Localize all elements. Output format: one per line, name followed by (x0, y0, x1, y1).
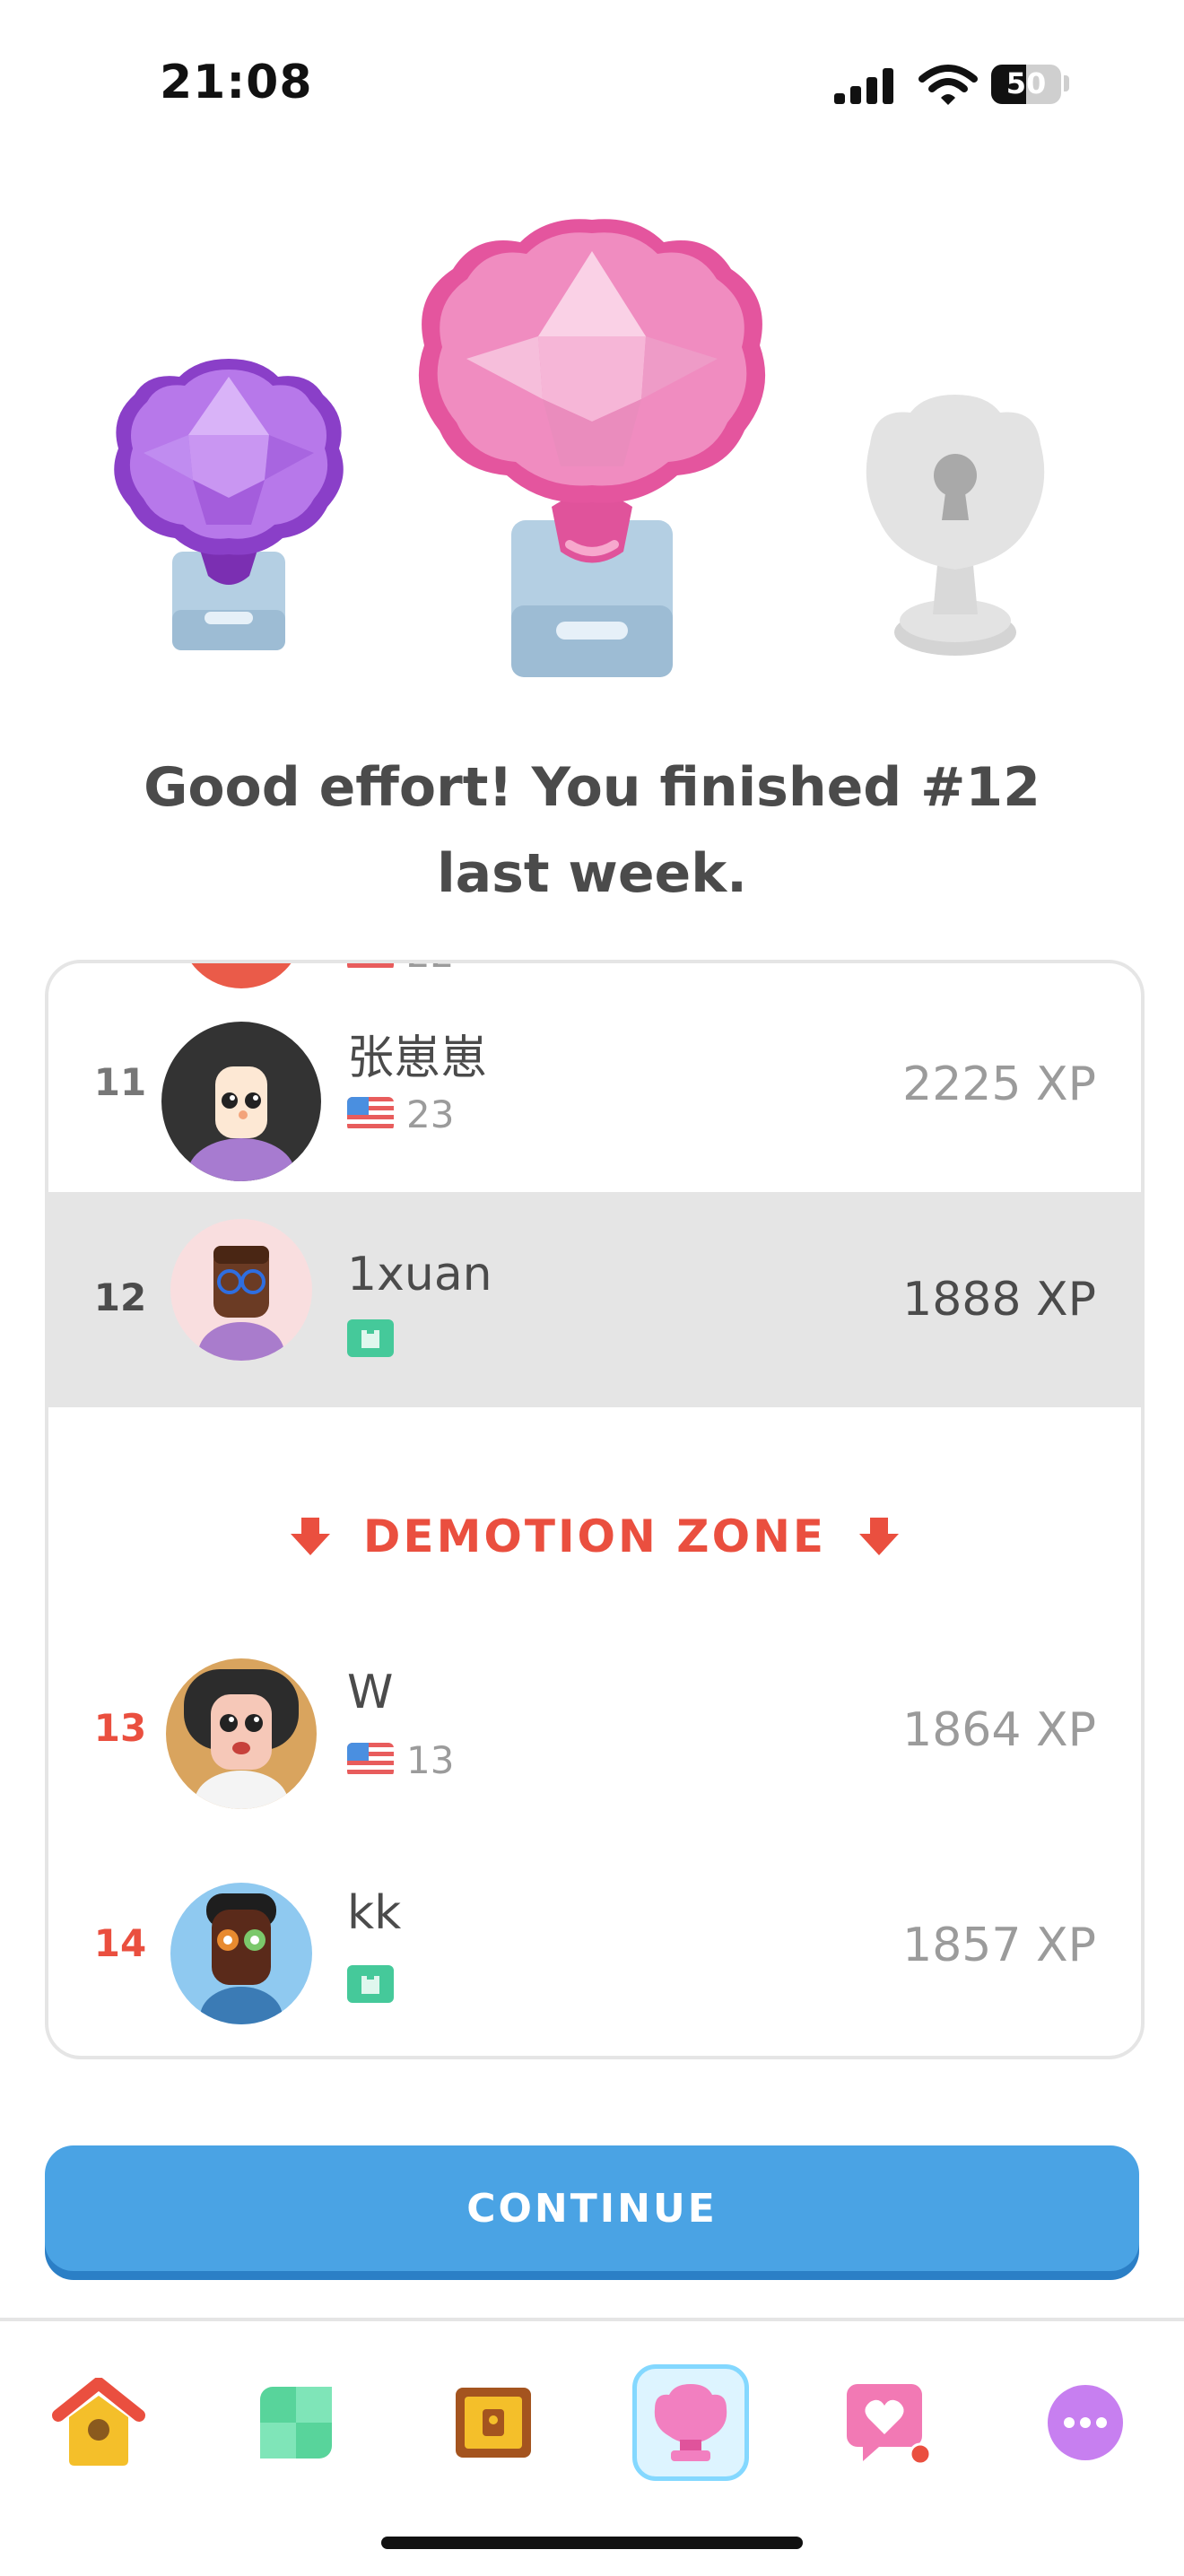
practice-icon (260, 2387, 332, 2459)
home-icon (52, 2378, 145, 2466)
tab-friends[interactable] (830, 2364, 946, 2481)
demotion-zone-label: DEMOTION ZONE (48, 1510, 1141, 1562)
row-xp: 2225 XP (902, 1057, 1096, 1111)
tower-icon (347, 1965, 394, 2003)
row-meta: 23 (347, 1092, 455, 1136)
home-indicator (381, 2537, 803, 2549)
avatar (161, 1022, 321, 1181)
leaderboard-row[interactable]: 13 W 13 1864 XP (48, 1623, 1141, 1838)
row-username: 1xuan (347, 1248, 492, 1301)
friends-heart-icon (847, 2384, 931, 2463)
leaderboard-icon (654, 2384, 727, 2461)
tab-practice[interactable] (238, 2364, 354, 2481)
locked-trophy-icon (866, 395, 1045, 656)
signal-icon (834, 68, 893, 104)
row-username: W (347, 1666, 394, 1719)
tab-leaderboard[interactable] (632, 2364, 749, 2481)
battery-icon: 50 (991, 65, 1061, 104)
wifi-icon (918, 65, 978, 105)
row-xp: 1857 XP (902, 1919, 1096, 1972)
row-rank: 14 (93, 1921, 147, 1965)
row-meta-number: 23 (406, 1092, 455, 1136)
leaderboard-row[interactable]: 14 kk 1857 XP (48, 1838, 1141, 2053)
avatar (166, 1658, 317, 1809)
us-flag-icon (347, 1097, 394, 1131)
result-headline: Good effort! You finished #12 last week. (144, 756, 1040, 905)
leaderboard-card[interactable]: 22 11 张崽崽 23 2225 XP 12 (45, 960, 1145, 2059)
chest-icon (456, 2388, 531, 2458)
status-icons: 50 (834, 61, 1076, 111)
battery-percent: 50 (1006, 66, 1047, 100)
row-meta: 13 (347, 1737, 455, 1782)
row-username: kk (347, 1886, 402, 1940)
battery-tip (1064, 75, 1069, 91)
tab-chest[interactable] (435, 2364, 552, 2481)
row-meta-number: 13 (406, 1737, 455, 1782)
row-rank: 11 (93, 1060, 147, 1104)
row-meta: 22 (347, 963, 454, 976)
row-rank: 12 (93, 1275, 147, 1319)
more-icon (1048, 2385, 1123, 2460)
pearl-trophy-icon (418, 219, 766, 677)
row-username: 张崽崽 (347, 1031, 488, 1085)
leaderboard-row[interactable]: 11 张崽崽 23 2225 XP (48, 977, 1141, 1192)
status-time: 21:08 (160, 56, 313, 109)
row-meta (347, 1318, 394, 1359)
demotion-zone-text: DEMOTION ZONE (362, 1510, 827, 1562)
row-meta-number: 22 (406, 963, 454, 976)
continue-button[interactable]: CONTINUE (45, 2145, 1139, 2271)
tab-home[interactable] (40, 2364, 157, 2481)
row-xp: 1864 XP (902, 1703, 1096, 1757)
avatar (170, 1219, 312, 1361)
row-xp: 1888 XP (902, 1273, 1096, 1327)
leaderboard-row-current-user[interactable]: 12 1xuan 1888 XP (48, 1192, 1141, 1407)
us-flag-icon (347, 963, 394, 970)
us-flag-icon (347, 1743, 394, 1777)
row-rank: 13 (93, 1706, 147, 1750)
leaderboard-row-partial: 22 (48, 963, 1141, 988)
row-meta (347, 1963, 394, 2005)
tab-more[interactable] (1027, 2364, 1144, 2481)
amethyst-trophy-icon (114, 359, 344, 650)
arrow-down-icon (859, 1518, 900, 1555)
tower-icon (347, 1319, 394, 1357)
arrow-down-icon (290, 1518, 330, 1555)
avatar (170, 1883, 312, 2024)
